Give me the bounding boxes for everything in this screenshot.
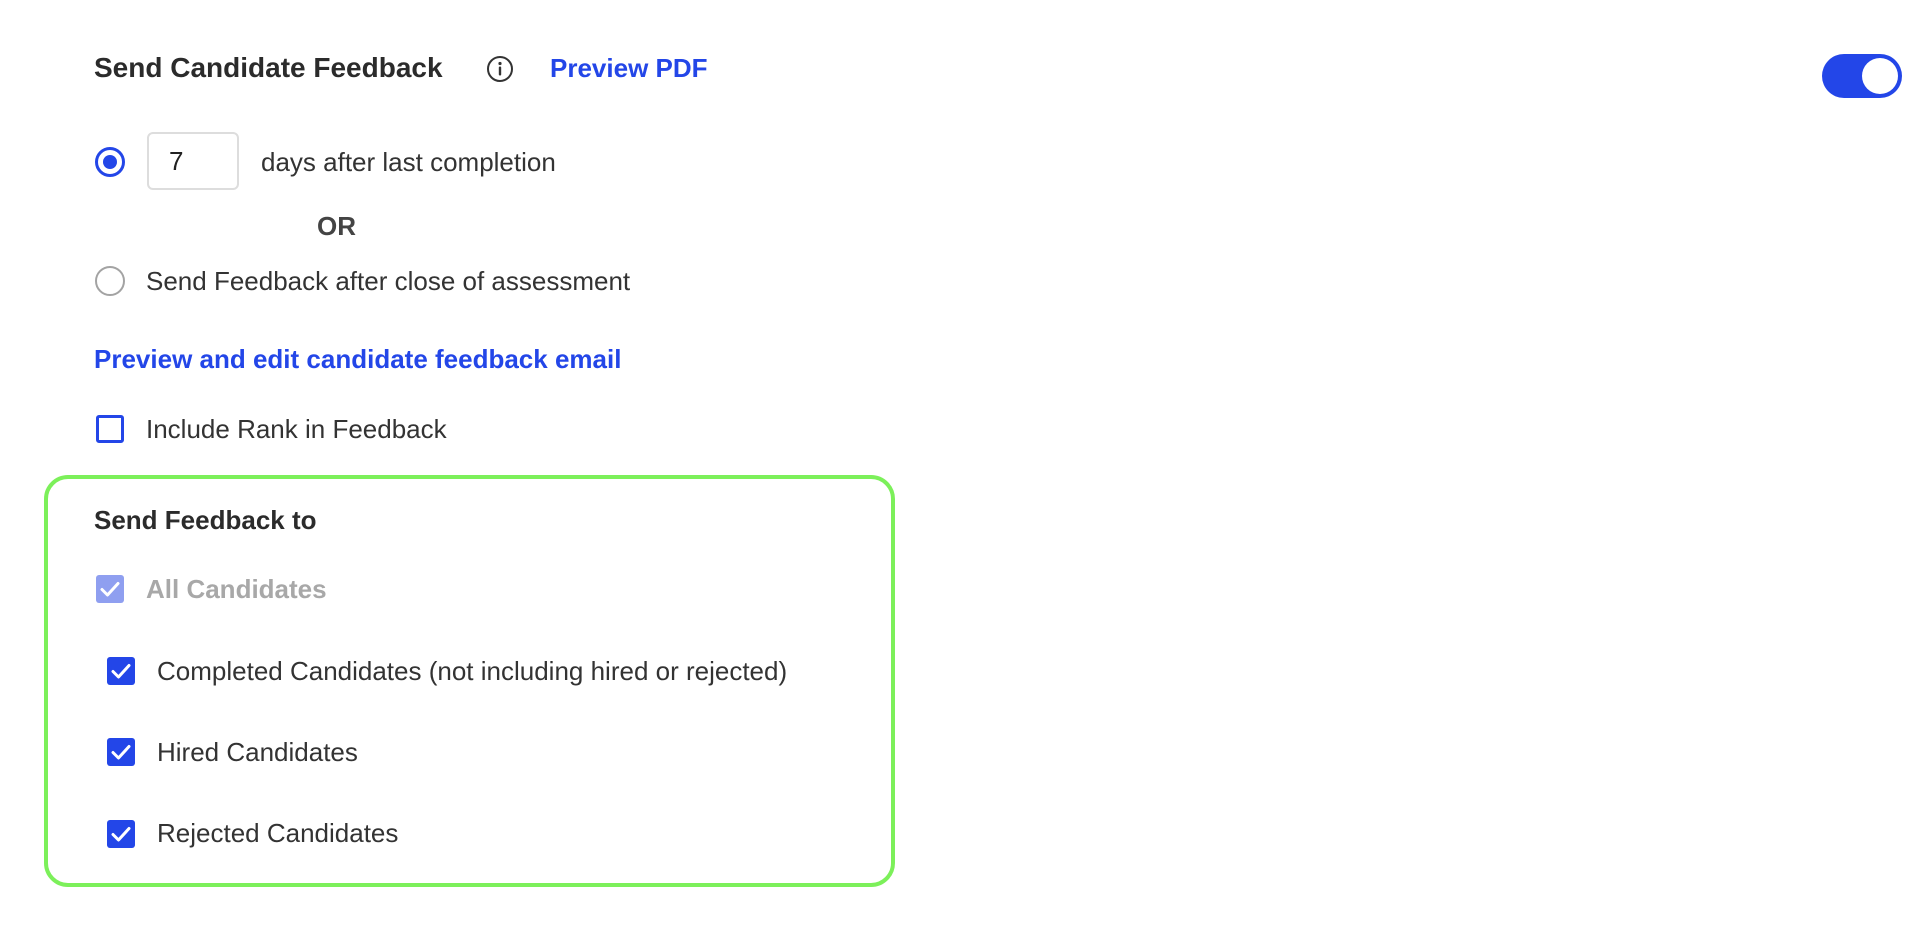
completed-candidates-label: Completed Candidates (not including hire… — [157, 656, 788, 686]
all-candidates-label: All Candidates — [146, 574, 327, 604]
all-candidates-checkbox — [96, 575, 124, 603]
days-after-completion-label: days after last completion — [261, 147, 556, 177]
section-title: Send Candidate Feedback — [94, 52, 443, 83]
radio-after-close[interactable] — [95, 266, 125, 296]
days-input[interactable] — [147, 132, 239, 190]
include-rank-checkbox[interactable] — [96, 415, 124, 443]
send-feedback-toggle[interactable] — [1822, 54, 1902, 98]
preview-pdf-link[interactable]: Preview PDF — [550, 48, 708, 88]
completed-candidates-checkbox[interactable] — [107, 657, 135, 685]
toggle-knob — [1862, 58, 1898, 94]
checkmark-icon — [111, 827, 131, 842]
send-feedback-to-title: Send Feedback to — [94, 505, 317, 535]
checkmark-icon — [100, 582, 120, 597]
include-rank-label: Include Rank in Feedback — [146, 414, 447, 444]
info-icon[interactable] — [486, 55, 514, 83]
preview-edit-email-link[interactable]: Preview and edit candidate feedback emai… — [94, 341, 621, 377]
hired-candidates-checkbox[interactable] — [107, 738, 135, 766]
checkmark-icon — [111, 664, 131, 679]
rejected-candidates-checkbox[interactable] — [107, 820, 135, 848]
or-separator: OR — [317, 211, 356, 241]
checkmark-icon — [111, 745, 131, 760]
hired-candidates-label: Hired Candidates — [157, 737, 358, 767]
rejected-candidates-label: Rejected Candidates — [157, 818, 399, 848]
after-close-label: Send Feedback after close of assessment — [146, 266, 631, 296]
radio-days-after-completion[interactable] — [95, 147, 125, 177]
